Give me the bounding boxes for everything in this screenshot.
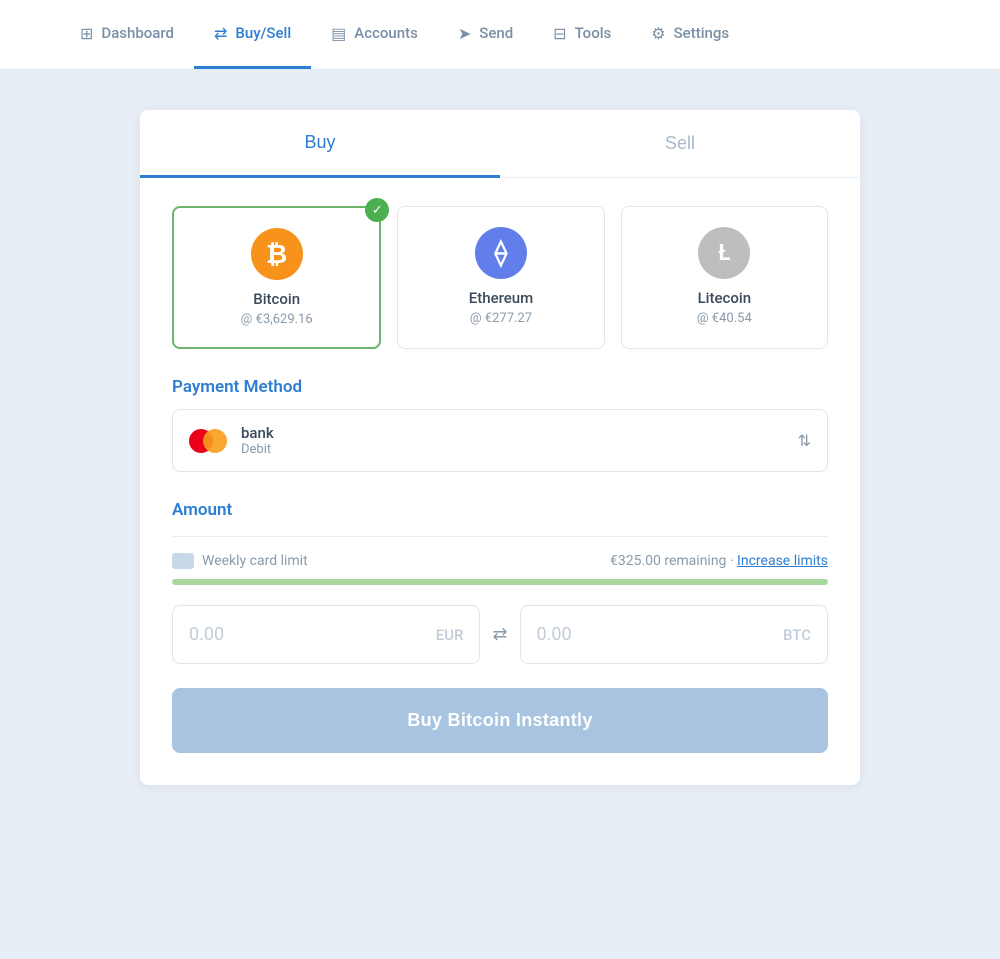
limit-right: €325.00 remaining · Increase limits: [610, 553, 828, 569]
buy-bitcoin-button[interactable]: Buy Bitcoin Instantly: [172, 688, 828, 753]
swap-icon[interactable]: ⇄: [492, 624, 507, 645]
amount-divider: [172, 536, 828, 537]
btc-amount-value: 0.00: [537, 624, 572, 645]
eur-amount-field[interactable]: 0.00 EUR: [172, 605, 480, 664]
ethereum-name: Ethereum: [414, 289, 587, 307]
eur-amount-value: 0.00: [189, 624, 224, 645]
nav-send-label: Send: [479, 24, 513, 42]
ethereum-price: @ €277.27: [414, 311, 587, 326]
nav-send[interactable]: ➤ Send: [438, 0, 533, 69]
nav-settings-label: Settings: [674, 24, 730, 42]
nav-dashboard-label: Dashboard: [101, 24, 174, 42]
limit-left: Weekly card limit: [172, 553, 308, 569]
accounts-icon: ▤: [331, 24, 346, 43]
payment-type: Debit: [241, 442, 798, 457]
btc-amount-field[interactable]: 0.00 BTC: [520, 605, 828, 664]
card-icon: [172, 553, 194, 569]
nav-settings[interactable]: ⚙ Settings: [631, 0, 749, 69]
nav-buysell[interactable]: ⇄ Buy/Sell: [194, 0, 311, 69]
crypto-ethereum[interactable]: ⟠ Ethereum @ €277.27: [397, 206, 604, 349]
bitcoin-price: @ €3,629.16: [190, 312, 363, 327]
buy-sell-card: Buy Sell ✓ ₿ Bitcoin @ €3,629.16 ⟠ Ether…: [140, 110, 860, 785]
top-navigation: ⊞ Dashboard ⇄ Buy/Sell ▤ Accounts ➤ Send…: [0, 0, 1000, 70]
limit-row: Weekly card limit €325.00 remaining · In…: [172, 553, 828, 569]
tools-icon: ⊟: [553, 24, 566, 43]
payment-method-selector[interactable]: bank Debit ⇅: [172, 409, 828, 472]
amount-inputs: 0.00 EUR ⇄ 0.00 BTC: [172, 605, 828, 664]
limit-label: Weekly card limit: [202, 553, 308, 569]
buy-sell-tabs: Buy Sell: [140, 110, 860, 178]
mastercard-icon: [189, 428, 227, 454]
increase-limits-link[interactable]: Increase limits: [737, 553, 828, 569]
chevron-updown-icon: ⇅: [798, 431, 811, 450]
amount-label: Amount: [140, 472, 860, 532]
nav-accounts-label: Accounts: [354, 24, 418, 42]
ethereum-icon: ⟠: [475, 227, 527, 279]
crypto-bitcoin[interactable]: ✓ ₿ Bitcoin @ €3,629.16: [172, 206, 381, 349]
mc-right-circle: [203, 429, 227, 453]
tab-buy[interactable]: Buy: [140, 110, 500, 178]
remaining-amount: €325.00 remaining: [610, 553, 726, 569]
progress-bar-fill: [172, 579, 828, 585]
nav-buysell-label: Buy/Sell: [235, 24, 291, 42]
payment-info: bank Debit: [241, 424, 798, 457]
btc-currency-label: BTC: [783, 626, 811, 644]
buysell-icon: ⇄: [214, 24, 227, 43]
send-icon: ➤: [458, 24, 471, 43]
selected-check-icon: ✓: [365, 198, 389, 222]
litecoin-icon: Ł: [698, 227, 750, 279]
dashboard-icon: ⊞: [80, 24, 93, 43]
progress-bar-background: [172, 579, 828, 585]
main-content: Buy Sell ✓ ₿ Bitcoin @ €3,629.16 ⟠ Ether…: [0, 70, 1000, 825]
nav-tools[interactable]: ⊟ Tools: [533, 0, 631, 69]
crypto-litecoin[interactable]: Ł Litecoin @ €40.54: [621, 206, 828, 349]
litecoin-price: @ €40.54: [638, 311, 811, 326]
payment-name: bank: [241, 424, 798, 442]
settings-icon: ⚙: [651, 24, 665, 43]
eur-currency-label: EUR: [436, 626, 464, 644]
nav-accounts[interactable]: ▤ Accounts: [311, 0, 438, 69]
amount-section: Weekly card limit €325.00 remaining · In…: [140, 536, 860, 664]
litecoin-name: Litecoin: [638, 289, 811, 307]
crypto-selector: ✓ ₿ Bitcoin @ €3,629.16 ⟠ Ethereum @ €27…: [140, 178, 860, 349]
tab-sell[interactable]: Sell: [500, 110, 860, 177]
bitcoin-name: Bitcoin: [190, 290, 363, 308]
nav-dashboard[interactable]: ⊞ Dashboard: [60, 0, 194, 69]
bitcoin-icon: ₿: [251, 228, 303, 280]
nav-tools-label: Tools: [575, 24, 612, 42]
dot-separator: ·: [730, 553, 737, 569]
payment-method-label: Payment Method: [140, 349, 860, 409]
